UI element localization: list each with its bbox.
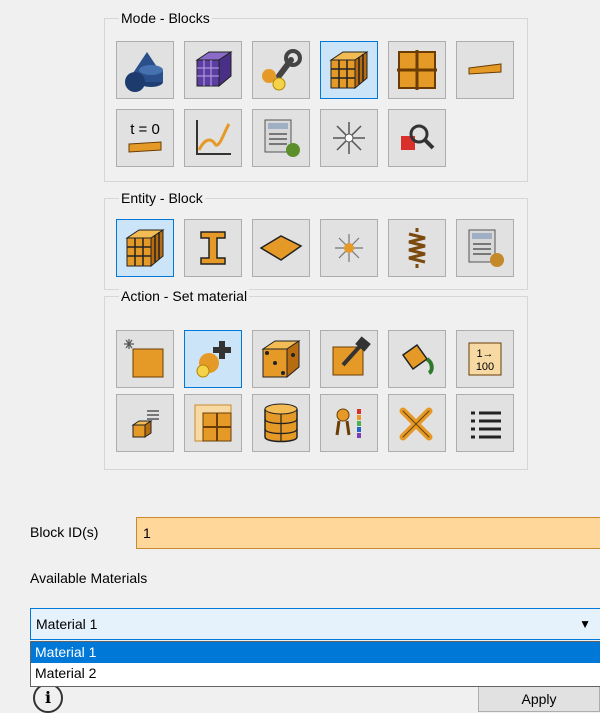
renumber-icon: 1→ 100 [468,342,502,376]
beam-entity-button[interactable] [184,219,242,277]
initial-conditions-icon: t = 0 [128,121,162,153]
functions-icon [196,120,231,155]
curves-button[interactable] [456,41,514,99]
lighting-icon [333,122,365,154]
volume-block-icon [264,403,298,443]
initial-conditions-button[interactable]: t = 0 [116,109,174,167]
block-entity-button[interactable] [116,219,174,277]
grid-button[interactable] [388,41,446,99]
simulation-setup-icon [264,119,300,157]
svg-text:100: 100 [476,361,494,373]
material-option[interactable]: Material 1 [31,642,600,663]
time-label: t = 0 [130,121,160,138]
material-select[interactable]: Material 1 ▼ [30,608,600,640]
split-block-button[interactable] [184,394,242,452]
modify-block-button[interactable] [320,330,378,388]
point-entity-icon [335,234,363,262]
mesh-tools-button[interactable] [252,41,310,99]
volume-block-button[interactable] [252,394,310,452]
list-view-icon [471,411,501,439]
curves-icon [468,63,502,75]
shell-entity-icon [259,235,303,261]
list-blocks-button[interactable] [116,394,174,452]
simulation-setup-button[interactable] [252,109,310,167]
shell-entity-button[interactable] [252,219,310,277]
material-dropdown-list: Material 1 Material 2 [30,641,600,687]
blocks-button[interactable] [320,41,378,99]
delete-block-icon [399,407,433,441]
functions-button[interactable] [184,109,242,167]
paint-block-button[interactable] [388,330,446,388]
properties-entity-button[interactable] [456,219,514,277]
mesh-icon [195,51,233,88]
grid-icon [397,50,437,90]
modify-block-icon [332,336,371,376]
svg-text:1→: 1→ [476,348,493,360]
block-entity-icon [125,229,165,268]
block-elements-button[interactable] [252,330,310,388]
material-option[interactable]: Material 2 [31,663,600,684]
entity-group-title: Entity - Block [119,189,205,207]
available-materials-label: Available Materials [30,570,148,586]
apply-button[interactable]: Apply [478,686,600,712]
info-icon[interactable]: i [33,683,63,713]
spring-entity-icon [408,228,426,268]
point-entity-button[interactable] [320,219,378,277]
mesh-tools-icon [262,49,302,91]
set-material-button[interactable] [184,330,242,388]
lighting-button[interactable] [320,109,378,167]
list-view-button[interactable] [456,394,514,452]
material-select-value: Material 1 [36,616,98,632]
create-block-button[interactable] [116,330,174,388]
inspect-button[interactable] [388,109,446,167]
block-elements-icon [261,340,301,379]
beam-entity-icon [200,231,226,265]
delete-block-button[interactable] [388,394,446,452]
chevron-down-icon[interactable]: ▼ [579,609,591,639]
list-blocks-icon [131,410,159,438]
action-group-title: Action - Set material [119,287,250,305]
blocks-icon [329,51,369,90]
inspect-icon [401,124,435,150]
spring-entity-button[interactable] [388,219,446,277]
attributes-icon [335,408,361,438]
mode-group-title: Mode - Blocks [119,9,212,27]
geometry-icon [125,52,163,92]
properties-entity-icon [468,229,504,267]
split-block-icon [194,404,232,442]
block-ids-label: Block ID(s) [30,524,99,540]
mesh-button[interactable] [184,41,242,99]
renumber-button[interactable]: 1→ 100 [456,330,514,388]
create-block-icon [124,339,164,378]
attributes-button[interactable] [320,394,378,452]
block-ids-input[interactable]: 1 [136,517,600,549]
geometry-button[interactable] [116,41,174,99]
set-material-icon [196,341,231,378]
paint-block-icon [401,343,434,375]
